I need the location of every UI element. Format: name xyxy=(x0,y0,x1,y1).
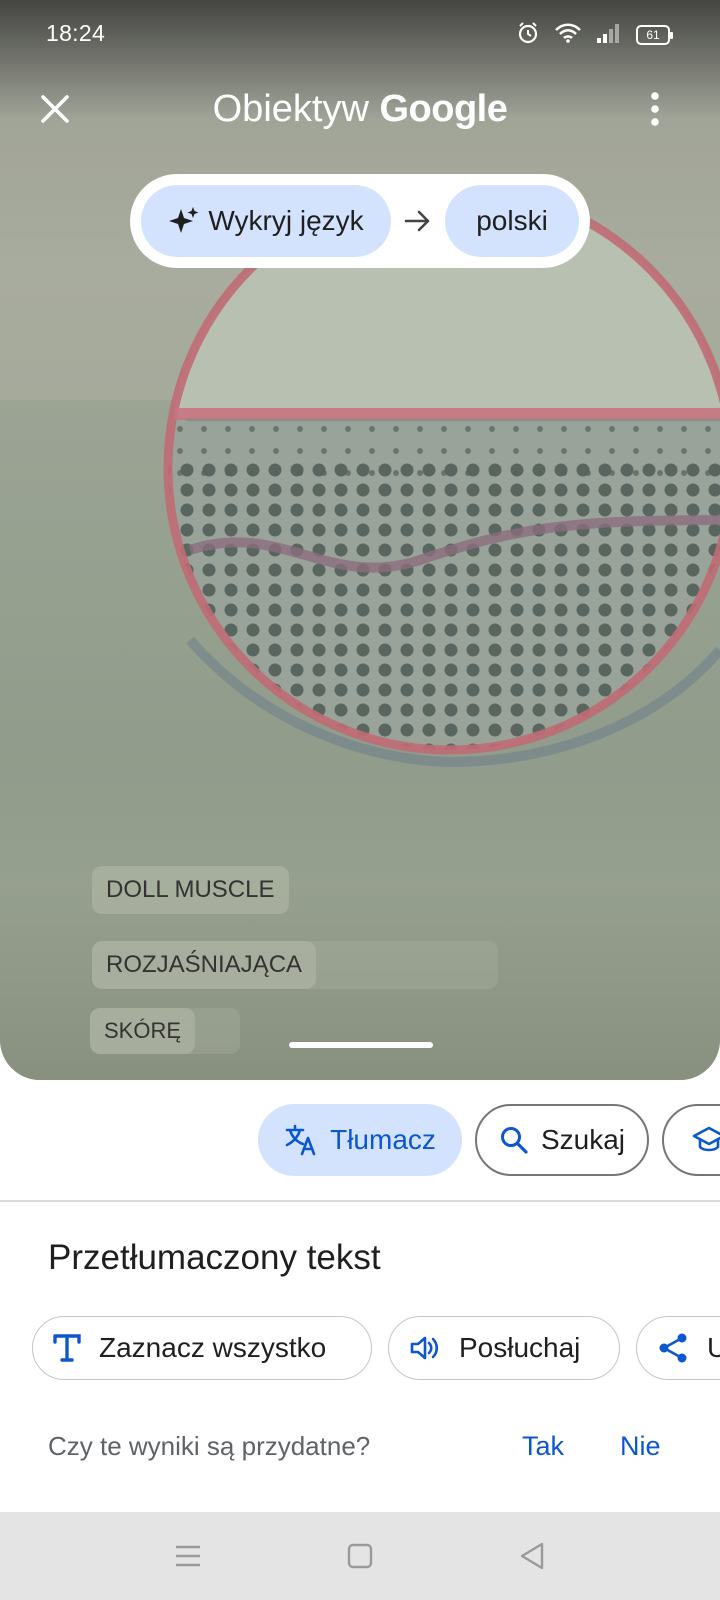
translate-chip[interactable]: Tłumacz xyxy=(258,1104,462,1176)
app-title-brand: Google xyxy=(379,88,508,130)
volume-icon xyxy=(410,1336,439,1360)
search-icon xyxy=(500,1127,528,1154)
listen-button[interactable]: Posłuchaj xyxy=(388,1316,620,1380)
app-title: Obiektyw Google xyxy=(0,88,720,131)
target-language-button[interactable]: polski xyxy=(445,185,579,257)
overlay-text-line-2[interactable]: ROZJAŚNIAJĄCA xyxy=(92,941,317,989)
back-triangle-icon xyxy=(520,1542,544,1570)
feedback-row: Czy te wyniki są przydatne? Tak Nie xyxy=(48,1425,688,1465)
share-icon xyxy=(659,1333,687,1363)
listen-label: Posłuchaj xyxy=(459,1332,581,1363)
overlay-text-line-1[interactable]: DOLL MUSCLE xyxy=(92,866,289,914)
source-language-button[interactable]: Wykryj język xyxy=(141,185,391,257)
status-time: 18:24 xyxy=(46,20,106,46)
recents-button[interactable] xyxy=(164,1534,212,1578)
share-label: U xyxy=(707,1332,720,1363)
search-chip-label: Szukaj xyxy=(540,1124,626,1155)
sheet-drag-handle[interactable] xyxy=(289,1042,433,1048)
feedback-question: Czy te wyniki są przydatne? xyxy=(48,1431,371,1461)
translate-icon xyxy=(285,1124,316,1156)
feedback-no-button[interactable]: Nie xyxy=(620,1431,661,1462)
status-bar: 18:24 61 xyxy=(0,0,720,70)
arrow-right-icon xyxy=(398,196,438,246)
app-bar: Obiektyw Google xyxy=(0,78,720,148)
home-square-icon xyxy=(347,1543,373,1569)
more-vert-icon xyxy=(651,92,659,126)
battery-icon: 61 xyxy=(636,25,673,45)
results-title: Przetłumaczony tekst xyxy=(48,1238,381,1277)
divider xyxy=(0,1200,720,1202)
wifi-icon xyxy=(554,22,582,49)
back-button[interactable] xyxy=(508,1534,556,1578)
school-icon xyxy=(692,1126,720,1152)
result-actions: Zaznacz wszystko Posłuchaj U xyxy=(0,1316,720,1382)
sparkle-icon xyxy=(169,207,199,233)
more-options-button[interactable] xyxy=(630,84,680,134)
alarm-icon xyxy=(516,21,540,50)
select-all-button[interactable]: Zaznacz wszystko xyxy=(32,1316,372,1380)
app-title-prefix: Obiektyw xyxy=(212,88,369,130)
translate-chip-label: Tłumacz xyxy=(330,1124,436,1155)
system-nav-bar xyxy=(0,1512,720,1600)
mode-chips: Tłumacz Szukaj xyxy=(0,1104,720,1178)
menu-icon xyxy=(176,1545,200,1567)
language-selector: Wykryj język polski xyxy=(130,174,590,268)
search-chip[interactable]: Szukaj xyxy=(475,1104,649,1176)
status-icons: 61 xyxy=(516,20,673,50)
signal-icon xyxy=(596,22,622,49)
select-all-label: Zaznacz wszystko xyxy=(99,1332,327,1363)
overlay-text-line-3[interactable]: SKÓRĘ xyxy=(90,1008,196,1054)
share-button[interactable]: U xyxy=(636,1316,720,1380)
home-button[interactable] xyxy=(336,1534,384,1578)
source-language-label: Wykryj język xyxy=(208,205,364,236)
text-format-icon xyxy=(53,1334,81,1362)
camera-viewfinder[interactable]: DOLL MUSCLE ROZJAŚNIAJĄCA SKÓRĘ xyxy=(0,0,720,1080)
homework-chip[interactable] xyxy=(662,1104,720,1176)
feedback-yes-button[interactable]: Tak xyxy=(522,1431,564,1462)
